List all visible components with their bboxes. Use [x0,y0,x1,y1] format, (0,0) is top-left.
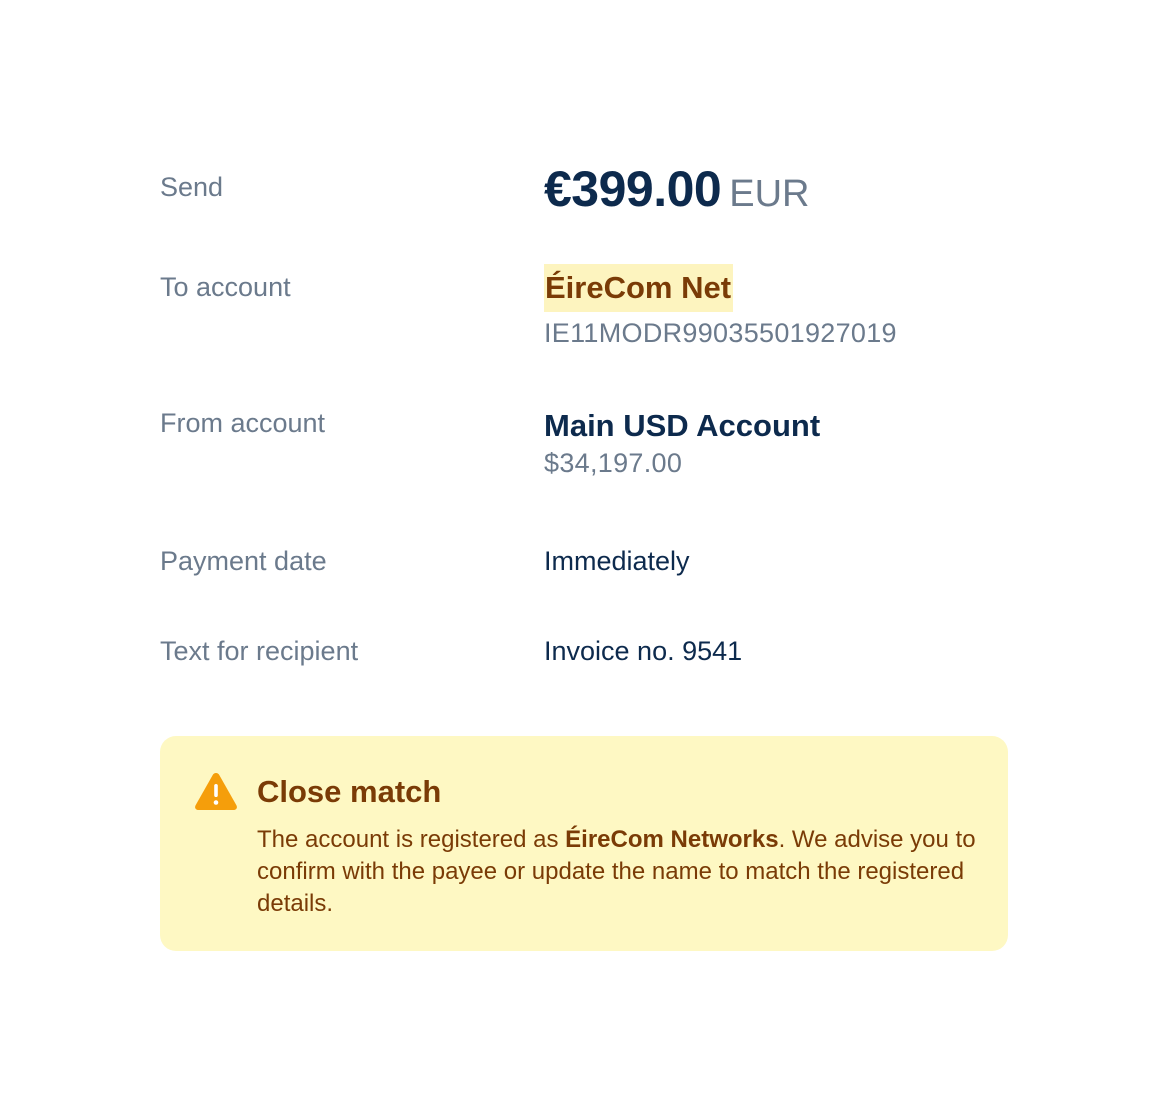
payment-date-label: Payment date [160,546,327,576]
alert-message-prefix: The account is registered as [257,826,566,853]
alert-title: Close match [257,774,442,809]
payment-date-value: Immediately [544,546,690,576]
warning-icon [195,773,237,810]
from-account-balance: $34,197.00 [544,448,683,478]
to-account-value: ÉireCom Net IE11MODR99035501927019 [544,264,897,349]
registered-name: ÉireCom Networks [565,826,779,853]
amount-currency: EUR [729,173,810,215]
send-label: Send [160,172,224,202]
from-account-label: From account [160,408,326,438]
to-account-label: To account [160,272,291,302]
amount-value: €399.00 [544,161,722,217]
from-account-name: Main USD Account [544,408,821,443]
send-amount: €399.00 EUR [544,160,809,218]
alert-message: The account is registered as ÉireCom Net… [257,824,987,920]
payee-name-highlight: ÉireCom Net [544,264,734,312]
recipient-text-label: Text for recipient [160,636,359,666]
from-account-value: Main USD Account $34,197.00 [544,406,820,479]
close-match-alert: Close match The account is registered as… [160,736,1008,951]
payee-iban: IE11MODR99035501927019 [544,318,897,348]
recipient-text-value: Invoice no. 9541 [544,636,743,666]
